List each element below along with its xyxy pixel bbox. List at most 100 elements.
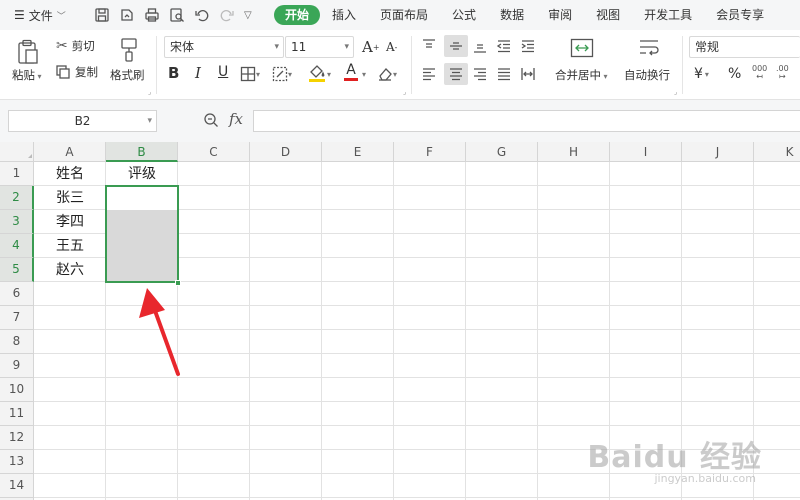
ribbon-tabs: 开始 插入 页面布局 公式 数据 审阅 视图 开发工具 会员专享 xyxy=(274,0,776,30)
column-header-d[interactable]: D xyxy=(250,142,322,162)
align-left-icon[interactable] xyxy=(421,66,437,82)
wrap-text-icon[interactable] xyxy=(637,38,661,58)
quick-access-toolbar: ▽ xyxy=(90,7,252,23)
align-right-icon[interactable] xyxy=(472,66,488,82)
redo-icon[interactable] xyxy=(219,7,235,23)
borders-icon[interactable]: ▾ xyxy=(240,66,260,82)
chevron-down-icon[interactable]: ▾ xyxy=(362,70,366,79)
cell-a1[interactable]: 姓名 xyxy=(34,162,106,186)
align-center-icon[interactable] xyxy=(444,63,468,85)
increase-font-icon[interactable]: A + xyxy=(362,38,380,56)
tab-formulas[interactable]: 公式 xyxy=(440,5,488,25)
cut-button[interactable]: ✂ 剪切 xyxy=(56,38,95,54)
font-size-select[interactable]: 11 ▾ xyxy=(285,36,354,58)
row-header-11[interactable]: 11 xyxy=(0,402,34,426)
divider xyxy=(682,36,683,94)
tab-data[interactable]: 数据 xyxy=(488,5,536,25)
zoom-icon[interactable] xyxy=(203,112,219,128)
row-header-4[interactable]: 4 xyxy=(0,234,34,258)
font-color-icon[interactable]: A xyxy=(344,63,358,81)
row-header-13[interactable]: 13 xyxy=(0,450,34,474)
merge-center-button[interactable]: 合并居中 ▾ xyxy=(555,67,608,83)
column-header-i[interactable]: I xyxy=(610,142,682,162)
align-bottom-icon[interactable] xyxy=(472,38,488,54)
select-all-corner[interactable] xyxy=(0,142,34,162)
name-box[interactable]: B2 ▾ xyxy=(8,110,157,132)
merge-center-icon[interactable] xyxy=(570,38,594,58)
currency-button[interactable]: ¥ ▾ xyxy=(694,66,709,82)
column-header-e[interactable]: E xyxy=(322,142,394,162)
font-name-select[interactable]: 宋体 ▾ xyxy=(164,36,284,58)
cell-a5[interactable]: 赵六 xyxy=(34,258,106,282)
row-header-6[interactable]: 6 xyxy=(0,282,34,306)
tab-page-layout[interactable]: 页面布局 xyxy=(368,5,440,25)
column-header-a[interactable]: A xyxy=(34,142,106,162)
chevron-down-icon[interactable]: ▾ xyxy=(327,70,331,79)
tab-member[interactable]: 会员专享 xyxy=(704,5,776,25)
decrease-font-icon[interactable]: A- xyxy=(386,40,397,54)
cell-style-icon[interactable]: ▾ xyxy=(272,66,292,82)
cell-a3[interactable]: 李四 xyxy=(34,210,106,234)
distributed-align-icon[interactable] xyxy=(520,66,536,82)
save-icon[interactable] xyxy=(94,7,110,23)
tab-developer[interactable]: 开发工具 xyxy=(632,5,704,25)
row-header-12[interactable]: 12 xyxy=(0,426,34,450)
italic-button[interactable]: I xyxy=(195,64,201,82)
paste-icon[interactable] xyxy=(14,38,42,66)
print-preview-icon[interactable] xyxy=(169,7,185,23)
wrap-text-button[interactable]: 自动换行 xyxy=(624,67,670,83)
file-menu[interactable]: ☰ 文件 ﹀ xyxy=(0,7,90,24)
increase-indent-icon[interactable] xyxy=(520,38,536,54)
column-header-k[interactable]: K xyxy=(754,142,800,162)
undo-icon[interactable] xyxy=(194,7,210,23)
format-painter-button[interactable]: 格式刷 xyxy=(110,67,145,83)
print-icon[interactable] xyxy=(144,7,160,23)
column-header-j[interactable]: J xyxy=(682,142,754,162)
dialog-launcher-icon[interactable]: ⌟ xyxy=(674,88,677,96)
tab-home[interactable]: 开始 xyxy=(274,5,321,25)
cell-b1[interactable]: 评级 xyxy=(106,162,178,186)
dialog-launcher-icon[interactable]: ⌟ xyxy=(148,88,151,96)
cell-a2[interactable]: 张三 xyxy=(34,186,106,210)
percent-button[interactable]: % xyxy=(728,66,741,82)
row-header-8[interactable]: 8 xyxy=(0,330,34,354)
cell-a4[interactable]: 王五 xyxy=(34,234,106,258)
clear-format-icon[interactable]: ▾ xyxy=(377,66,397,82)
row-header-7[interactable]: 7 xyxy=(0,306,34,330)
tab-view[interactable]: 视图 xyxy=(584,5,632,25)
customize-qa-chevron-icon[interactable]: ▽ xyxy=(244,10,252,21)
dialog-launcher-icon[interactable]: ⌟ xyxy=(403,88,406,96)
row-header-10[interactable]: 10 xyxy=(0,378,34,402)
format-painter-icon[interactable] xyxy=(116,36,142,64)
copy-button[interactable]: 复制 xyxy=(56,64,98,80)
underline-button[interactable]: U xyxy=(218,64,228,80)
column-header-b[interactable]: B xyxy=(106,142,178,162)
paste-button[interactable]: 粘贴 ▾ xyxy=(12,67,42,83)
row-header-9[interactable]: 9 xyxy=(0,354,34,378)
bold-button[interactable]: B xyxy=(168,64,179,82)
align-middle-icon[interactable] xyxy=(444,35,468,57)
export-pdf-icon[interactable] xyxy=(119,7,135,23)
tab-insert[interactable]: 插入 xyxy=(320,5,368,25)
formula-input[interactable] xyxy=(253,110,800,132)
increase-decimal-icon[interactable]: .00 ↦ xyxy=(776,65,789,81)
align-top-icon[interactable] xyxy=(421,38,437,54)
insert-function-icon[interactable]: fx xyxy=(229,110,243,128)
row-header-2[interactable]: 2 xyxy=(0,186,34,210)
number-format-select[interactable]: 常规 xyxy=(689,36,800,58)
active-cell-b2[interactable] xyxy=(106,186,178,210)
thousands-separator-icon[interactable]: 000 ↤ xyxy=(752,65,767,81)
column-header-h[interactable]: H xyxy=(538,142,610,162)
row-header-1[interactable]: 1 xyxy=(0,162,34,186)
column-header-g[interactable]: G xyxy=(466,142,538,162)
row-header-3[interactable]: 3 xyxy=(0,210,34,234)
tab-review[interactable]: 审阅 xyxy=(536,5,584,25)
column-header-f[interactable]: F xyxy=(394,142,466,162)
justify-icon[interactable] xyxy=(496,66,512,82)
row-header-14[interactable]: 14 xyxy=(0,474,34,498)
chevron-down-icon: ▾ xyxy=(344,42,349,52)
fill-color-icon[interactable] xyxy=(308,64,326,82)
column-header-c[interactable]: C xyxy=(178,142,250,162)
decrease-indent-icon[interactable] xyxy=(496,38,512,54)
row-header-5[interactable]: 5 xyxy=(0,258,34,282)
